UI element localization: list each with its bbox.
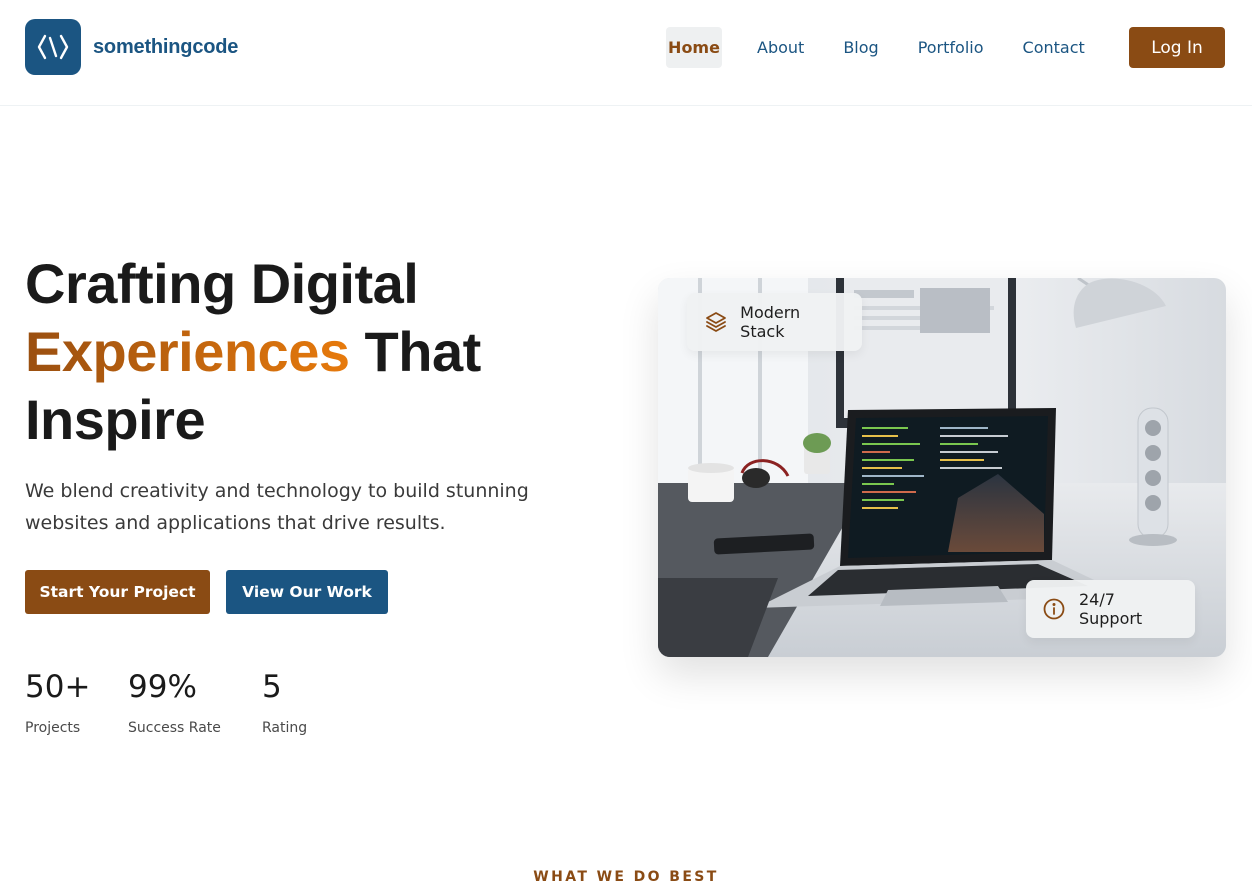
badge-label: 24/7 Support (1078, 590, 1143, 628)
nav-about[interactable]: About (753, 27, 808, 68)
nav-blog[interactable]: Blog (839, 27, 882, 68)
stat-value: 5 (262, 669, 282, 705)
nav-portfolio[interactable]: Portfolio (914, 27, 988, 68)
layers-icon (703, 309, 728, 335)
site-header: somethingcode Home About Blog Portfolio … (0, 0, 1252, 106)
view-work-button[interactable]: View Our Work (226, 570, 388, 614)
support-badge: 24/7 Support (1026, 580, 1195, 638)
hero-title-line1: Crafting Digital (25, 252, 419, 315)
stat-value: 50+ (25, 669, 91, 705)
hero-subtitle: We blend creativity and technology to bu… (25, 480, 529, 534)
nav-home[interactable]: Home (666, 27, 722, 68)
stat-success-rate: 99% Success Rate (128, 668, 221, 736)
code-brackets-icon (25, 19, 81, 75)
modern-stack-badge: Modern Stack (687, 293, 862, 351)
badge-label: Modern Stack (740, 303, 801, 341)
start-project-button[interactable]: Start Your Project (25, 570, 210, 614)
info-circle-icon (1042, 596, 1067, 622)
stat-label: Projects (25, 720, 81, 736)
hero-title: Crafting Digital Experiences That Inspir… (25, 250, 585, 454)
brand-logo[interactable]: somethingcode (25, 19, 238, 75)
hero-title-accent: Experiences (25, 320, 350, 383)
section-eyebrow: WHAT WE DO BEST (533, 869, 719, 885)
main-nav: Home About Blog Portfolio Contact (666, 27, 1089, 68)
hero-title-line3: Inspire (25, 388, 206, 451)
stat-label: Rating (262, 720, 308, 736)
stat-label: Success Rate (128, 720, 221, 736)
stat-projects: 50+ Projects (25, 668, 90, 736)
nav-contact[interactable]: Contact (1019, 27, 1089, 68)
hero-title-line2: That (349, 320, 482, 383)
login-button[interactable]: Log In (1129, 27, 1225, 68)
brand-name: somethingcode (93, 35, 239, 58)
stat-value: 99% (128, 669, 197, 705)
stat-rating: 5 Rating (262, 668, 307, 736)
